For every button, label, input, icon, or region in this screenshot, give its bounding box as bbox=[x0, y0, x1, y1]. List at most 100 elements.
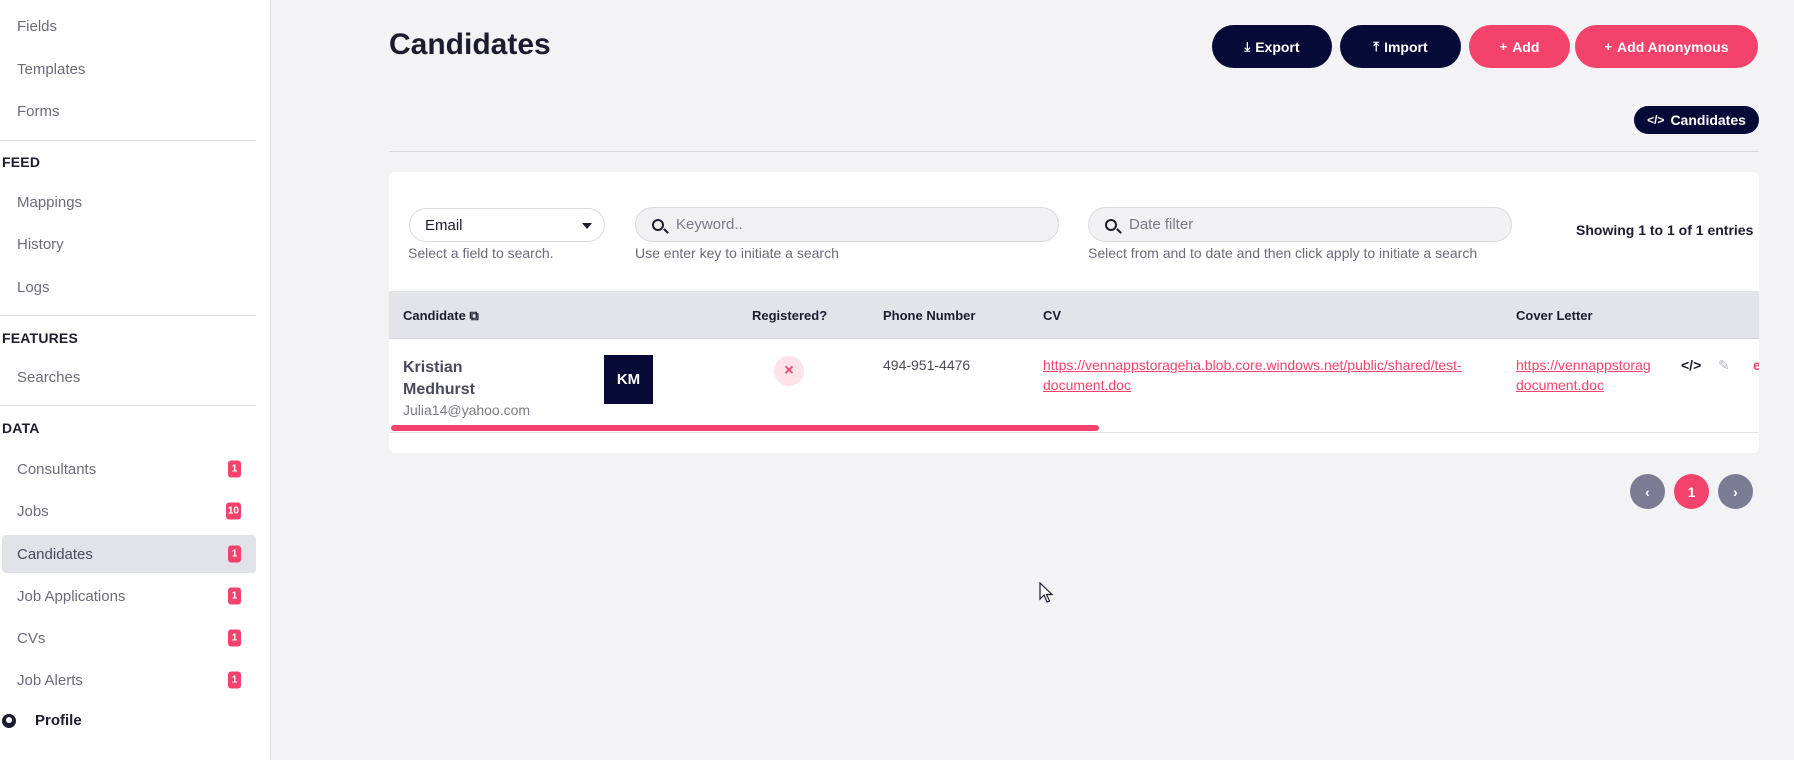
mouse-cursor-icon bbox=[1039, 582, 1053, 603]
entries-info: Showing 1 to 1 of 1 entries bbox=[1576, 222, 1754, 238]
sidebar: Fields Templates Forms FEED Mappings His… bbox=[0, 0, 271, 760]
candidate-name[interactable]: Kristian Medhurst bbox=[403, 357, 523, 401]
sidebar-item-label: Logs bbox=[17, 278, 50, 296]
sidebar-section-data: DATA bbox=[2, 420, 40, 436]
header-divider bbox=[389, 151, 1759, 152]
table-header: Candidate ⧉ Registered? Phone Number CV … bbox=[389, 291, 1759, 339]
column-header-cv: CV bbox=[1043, 308, 1062, 323]
sidebar-divider bbox=[0, 140, 256, 141]
sidebar-profile[interactable]: Profile bbox=[2, 712, 82, 729]
sidebar-item-job-alerts[interactable]: Job Alerts 1 bbox=[0, 661, 256, 699]
phone-number: 494-951-4476 bbox=[883, 357, 971, 373]
sidebar-item-consultants[interactable]: Consultants 1 bbox=[0, 450, 256, 488]
sidebar-item-cvs[interactable]: CVs 1 bbox=[0, 619, 256, 657]
plus-icon: + bbox=[1499, 39, 1508, 54]
embed-code-label: Candidates bbox=[1670, 112, 1746, 128]
search-field-select[interactable]: Email bbox=[409, 208, 605, 242]
chevron-right-icon: › bbox=[1733, 483, 1738, 500]
sidebar-item-label: Job Applications bbox=[17, 587, 126, 605]
add-anonymous-label: Add Anonymous bbox=[1617, 38, 1729, 55]
sidebar-item-searches[interactable]: Searches bbox=[0, 358, 256, 396]
sidebar-item-mappings[interactable]: Mappings bbox=[0, 183, 256, 221]
export-label: Export bbox=[1255, 38, 1300, 55]
sidebar-item-fields[interactable]: Fields bbox=[0, 7, 256, 45]
search-icon bbox=[1105, 218, 1117, 231]
pagination-next-button[interactable]: › bbox=[1718, 474, 1753, 509]
add-button[interactable]: + Add bbox=[1469, 25, 1570, 68]
search-icon bbox=[652, 218, 664, 231]
import-label: Import bbox=[1384, 38, 1428, 55]
horizontal-scrollbar[interactable] bbox=[391, 425, 1099, 431]
sidebar-item-history[interactable]: History bbox=[0, 225, 256, 263]
sidebar-item-logs[interactable]: Logs bbox=[0, 268, 256, 306]
sidebar-item-label: History bbox=[17, 235, 64, 253]
sidebar-item-templates[interactable]: Templates bbox=[0, 50, 256, 88]
keyword-input[interactable] bbox=[676, 216, 1001, 233]
sidebar-item-label: Consultants bbox=[17, 460, 97, 478]
pagination-prev-button[interactable]: ‹ bbox=[1630, 474, 1665, 509]
date-filter-input[interactable] bbox=[1129, 216, 1454, 233]
add-label: Add bbox=[1512, 38, 1540, 55]
sidebar-item-label: Fields bbox=[17, 17, 58, 35]
date-filter[interactable] bbox=[1088, 207, 1512, 242]
sidebar-item-candidates[interactable]: Candidates 1 bbox=[2, 535, 256, 573]
profile-label: Profile bbox=[35, 712, 82, 729]
count-badge: 1 bbox=[228, 629, 241, 647]
column-header-candidate[interactable]: Candidate ⧉ bbox=[403, 308, 479, 324]
export-button[interactable]: ⤓ Export bbox=[1212, 25, 1332, 68]
chevron-left-icon: ‹ bbox=[1645, 483, 1650, 500]
sidebar-section-features: FEATURES bbox=[2, 330, 79, 346]
date-filter-hint: Select from and to date and then click a… bbox=[1088, 245, 1478, 261]
plus-icon: + bbox=[1604, 39, 1613, 54]
avatar: KM bbox=[604, 355, 653, 404]
candidates-table-card: Email Select a field to search. Use ente… bbox=[389, 172, 1759, 453]
page-title: Candidates bbox=[389, 28, 551, 61]
sidebar-item-label: Mappings bbox=[17, 193, 83, 211]
sidebar-item-job-applications[interactable]: Job Applications 1 bbox=[0, 577, 256, 615]
download-icon: ⤓ bbox=[1244, 38, 1251, 54]
add-anonymous-button[interactable]: + Add Anonymous bbox=[1575, 25, 1758, 68]
count-badge: 1 bbox=[228, 545, 241, 563]
keyword-search[interactable] bbox=[635, 207, 1059, 242]
delete-icon[interactable]: e bbox=[1753, 357, 1759, 373]
sidebar-item-label: Jobs bbox=[17, 502, 49, 520]
import-button[interactable]: ⤒ Import bbox=[1340, 25, 1461, 68]
sidebar-divider bbox=[0, 315, 256, 316]
search-field-value: Email bbox=[425, 216, 463, 234]
cv-link[interactable]: https://vennappstorageha.blob.core.windo… bbox=[1043, 355, 1483, 395]
sidebar-item-label: Searches bbox=[17, 368, 81, 386]
external-link-icon: ⧉ bbox=[469, 308, 479, 323]
search-field-hint: Select a field to search. bbox=[408, 245, 554, 261]
embed-code-button[interactable]: </> Candidates bbox=[1634, 106, 1759, 134]
caret-down-icon bbox=[582, 223, 592, 229]
sidebar-item-label: CVs bbox=[17, 629, 46, 647]
count-badge: 1 bbox=[228, 587, 241, 605]
sidebar-item-label: Job Alerts bbox=[17, 671, 83, 689]
sidebar-item-label: Candidates bbox=[17, 545, 93, 563]
sidebar-item-label: Forms bbox=[17, 102, 60, 120]
not-registered-icon: × bbox=[774, 356, 804, 386]
candidate-email: Julia14@yahoo.com bbox=[403, 402, 531, 418]
column-header-phone: Phone Number bbox=[883, 308, 976, 323]
sidebar-item-jobs[interactable]: Jobs 10 bbox=[0, 492, 256, 530]
count-badge: 1 bbox=[228, 671, 241, 689]
code-icon[interactable]: </> bbox=[1681, 357, 1701, 373]
pencil-icon[interactable]: ✎ bbox=[1718, 357, 1730, 374]
count-badge: 1 bbox=[228, 460, 241, 478]
cover-letter-link[interactable]: https://vennappstorag document.doc bbox=[1516, 355, 1666, 395]
pagination-page-1[interactable]: 1 bbox=[1674, 474, 1709, 509]
cv-link-line2: document.doc bbox=[1043, 377, 1131, 393]
cover-letter-line2: document.doc bbox=[1516, 377, 1604, 393]
keyword-hint: Use enter key to initiate a search bbox=[635, 245, 839, 261]
sidebar-item-forms[interactable]: Forms bbox=[0, 92, 256, 130]
column-header-label: Candidate bbox=[403, 308, 466, 323]
sidebar-section-feed: FEED bbox=[2, 154, 41, 170]
cv-link-line1: https://vennappstorageha.blob.core.windo… bbox=[1043, 357, 1462, 373]
count-badge: 10 bbox=[225, 502, 241, 520]
sidebar-item-label: Templates bbox=[17, 60, 86, 78]
code-icon: </> bbox=[1647, 113, 1665, 127]
sidebar-divider bbox=[0, 405, 256, 406]
cover-letter-line1: https://vennappstorag bbox=[1516, 357, 1651, 373]
column-header-cover-letter: Cover Letter bbox=[1516, 308, 1593, 323]
upload-icon: ⤒ bbox=[1373, 38, 1380, 54]
